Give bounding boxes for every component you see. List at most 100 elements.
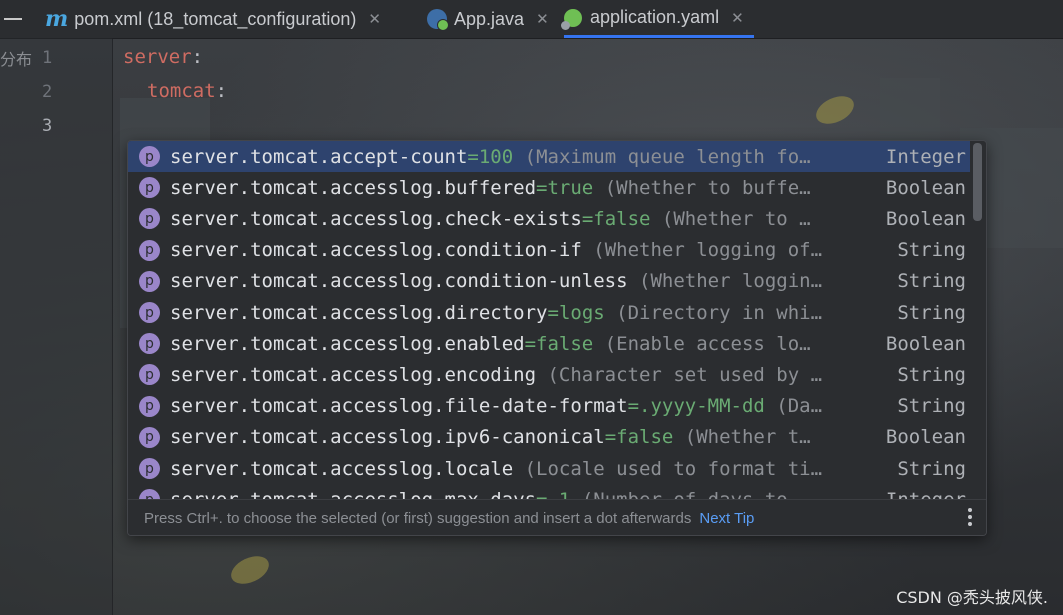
tab-application-yaml[interactable]: application.yaml ✕ [561, 0, 754, 38]
property-type: Boolean [885, 426, 966, 449]
property-description: (Whether loggin… [627, 270, 823, 293]
yaml-colon: : [191, 46, 204, 68]
completion-item-text: server.tomcat.accesslog.directory=logs (… [170, 302, 855, 324]
watermark-text: CSDN @秃头披风侠. [896, 588, 1048, 607]
property-description: (Number of days to… [570, 489, 799, 499]
property-icon: p [139, 302, 160, 323]
completion-item-text: server.tomcat.accesslog.locale (Locale u… [170, 458, 855, 480]
code-line-1[interactable]: server: [123, 46, 203, 68]
property-type: String [897, 363, 966, 386]
property-default-value: =false [581, 207, 651, 230]
code-completion-popup: p server.tomcat.accept-count=100 (Maximum… [127, 140, 987, 536]
property-type: Integer [886, 489, 966, 499]
property-description: (Directory in whi… [604, 301, 823, 324]
completion-item[interactable]: p server.tomcat.accesslog.enabled=false (… [128, 328, 970, 359]
completion-item[interactable]: p server.tomcat.accesslog.buffered=true (… [128, 172, 970, 203]
property-name: server.tomcat.accesslog.condition-if [170, 239, 582, 262]
yaml-spring-icon [561, 8, 582, 30]
code-line-2[interactable]: tomcat: [147, 80, 227, 102]
completion-item-text: server.tomcat.accesslog.file-date-format… [170, 395, 855, 417]
property-name: server.tomcat.accesslog.buffered [170, 176, 537, 199]
property-icon: p [139, 239, 160, 261]
completion-item[interactable]: p server.tomcat.accesslog.locale (Locale … [128, 453, 970, 484]
property-description: (Maximum queue length fo… [513, 145, 811, 168]
property-name: server.tomcat.accesslog.condition-unless [170, 270, 628, 293]
property-icon: p [139, 177, 160, 199]
completion-item-text: server.tomcat.accesslog.ipv6-canonical=f… [170, 426, 855, 448]
completion-item-text: server.tomcat.accesslog.condition-if (Wh… [170, 239, 855, 261]
next-tip-link[interactable]: Next Tip [699, 510, 754, 527]
completion-item-text: server.tomcat.accesslog.max-days=-1 (Num… [170, 489, 855, 499]
line-number: 1 [42, 48, 53, 68]
property-description: (Da… [764, 395, 823, 418]
side-panel-label: 分布 [0, 50, 33, 69]
completion-item-text: server.tomcat.accesslog.condition-unless… [170, 270, 855, 292]
property-default-value: =.yyyy-MM-dd [627, 395, 765, 418]
property-type: Boolean [885, 207, 966, 230]
property-type: Boolean [885, 332, 966, 355]
property-icon: p [139, 208, 160, 230]
completion-item[interactable]: p server.tomcat.accesslog.condition-if (W… [128, 235, 970, 266]
completion-item[interactable]: p server.tomcat.accesslog.condition-unles… [128, 266, 970, 297]
property-type: String [897, 301, 966, 324]
completion-item[interactable]: p server.tomcat.accesslog.check-exists=fa… [128, 203, 970, 234]
completion-item-text: server.tomcat.accesslog.buffered=true (W… [170, 177, 855, 199]
completion-tip-text: Press Ctrl+. to choose the selected (or … [144, 509, 692, 527]
property-type: Integer [885, 145, 966, 168]
property-name: server.tomcat.accesslog.enabled [170, 332, 525, 355]
property-icon: p [139, 395, 160, 417]
property-description: (Locale used to format ti… [513, 457, 823, 480]
yaml-key: tomcat [147, 80, 216, 102]
property-type: String [897, 239, 966, 262]
completion-item[interactable]: p server.tomcat.accesslog.encoding (Chara… [128, 359, 970, 390]
yaml-key: server [123, 46, 192, 68]
property-icon: p [139, 270, 160, 292]
property-icon: p [139, 458, 160, 479]
property-name: server.tomcat.accesslog.check-exists [170, 207, 582, 230]
tab-pom-xml[interactable]: m pom.xml (18_tomcat_configuration) ✕ [45, 0, 381, 38]
property-default-value: =false [604, 426, 674, 449]
property-description: (Whether t… [673, 426, 811, 449]
line-number: 3 [42, 116, 53, 136]
property-default-value: =logs [547, 301, 605, 324]
property-type: Boolean [885, 176, 966, 199]
property-icon: p [139, 364, 160, 386]
editor-gutter [0, 38, 113, 615]
property-description: (Character set used by … [536, 363, 823, 386]
scrollbar-thumb[interactable] [973, 143, 982, 221]
property-name: server.tomcat.accesslog.file-date-format [170, 395, 628, 418]
property-default-value: =100 [467, 145, 514, 168]
property-default-value: =true [536, 176, 594, 199]
line-number: 2 [42, 82, 53, 102]
property-description: (Enable access lo… [593, 332, 811, 355]
property-icon: p [139, 333, 160, 355]
property-description: (Whether to buffe… [593, 176, 811, 199]
property-name: server.tomcat.accesslog.ipv6-canonical [170, 426, 605, 449]
close-icon[interactable]: ✕ [536, 10, 549, 28]
property-name: server.tomcat.accesslog.directory [170, 301, 548, 324]
completion-item[interactable]: p server.tomcat.accesslog.ipv6-canonical=… [128, 422, 970, 453]
completion-item[interactable]: p server.tomcat.accesslog.directory=logs … [128, 297, 970, 328]
property-type: String [897, 270, 966, 293]
completion-item[interactable]: p server.tomcat.accesslog.file-date-forma… [128, 391, 970, 422]
completion-item[interactable]: p server.tomcat.accept-count=100 (Maximum… [128, 141, 970, 172]
property-description: (Whether to … [650, 207, 811, 230]
tab-app-java[interactable]: App.java ✕ [427, 0, 549, 38]
property-type: String [897, 457, 966, 480]
completion-item-text: server.tomcat.accesslog.encoding (Charac… [170, 364, 855, 386]
property-type: String [897, 395, 966, 418]
property-icon: p [139, 146, 160, 167]
property-name: server.tomcat.accept-count [170, 145, 468, 168]
completion-item-text: server.tomcat.accept-count=100 (Maximum … [170, 146, 855, 168]
close-icon[interactable]: ✕ [368, 10, 381, 28]
tool-window-minimize-button[interactable] [0, 0, 34, 38]
close-icon[interactable]: ✕ [731, 9, 744, 27]
yaml-colon: : [215, 80, 228, 102]
completion-item-text: server.tomcat.accesslog.enabled=false (E… [170, 333, 855, 355]
property-name: server.tomcat.accesslog.locale [170, 457, 514, 480]
completion-item[interactable]: p server.tomcat.accesslog.max-days=-1 (Nu… [128, 484, 970, 499]
more-options-icon[interactable] [968, 508, 972, 529]
tab-label: pom.xml (18_tomcat_configuration) [74, 8, 357, 29]
completion-scrollbar[interactable] [971, 141, 985, 499]
editor-tab-bar: m pom.xml (18_tomcat_configuration) ✕ Ap… [0, 0, 1063, 39]
